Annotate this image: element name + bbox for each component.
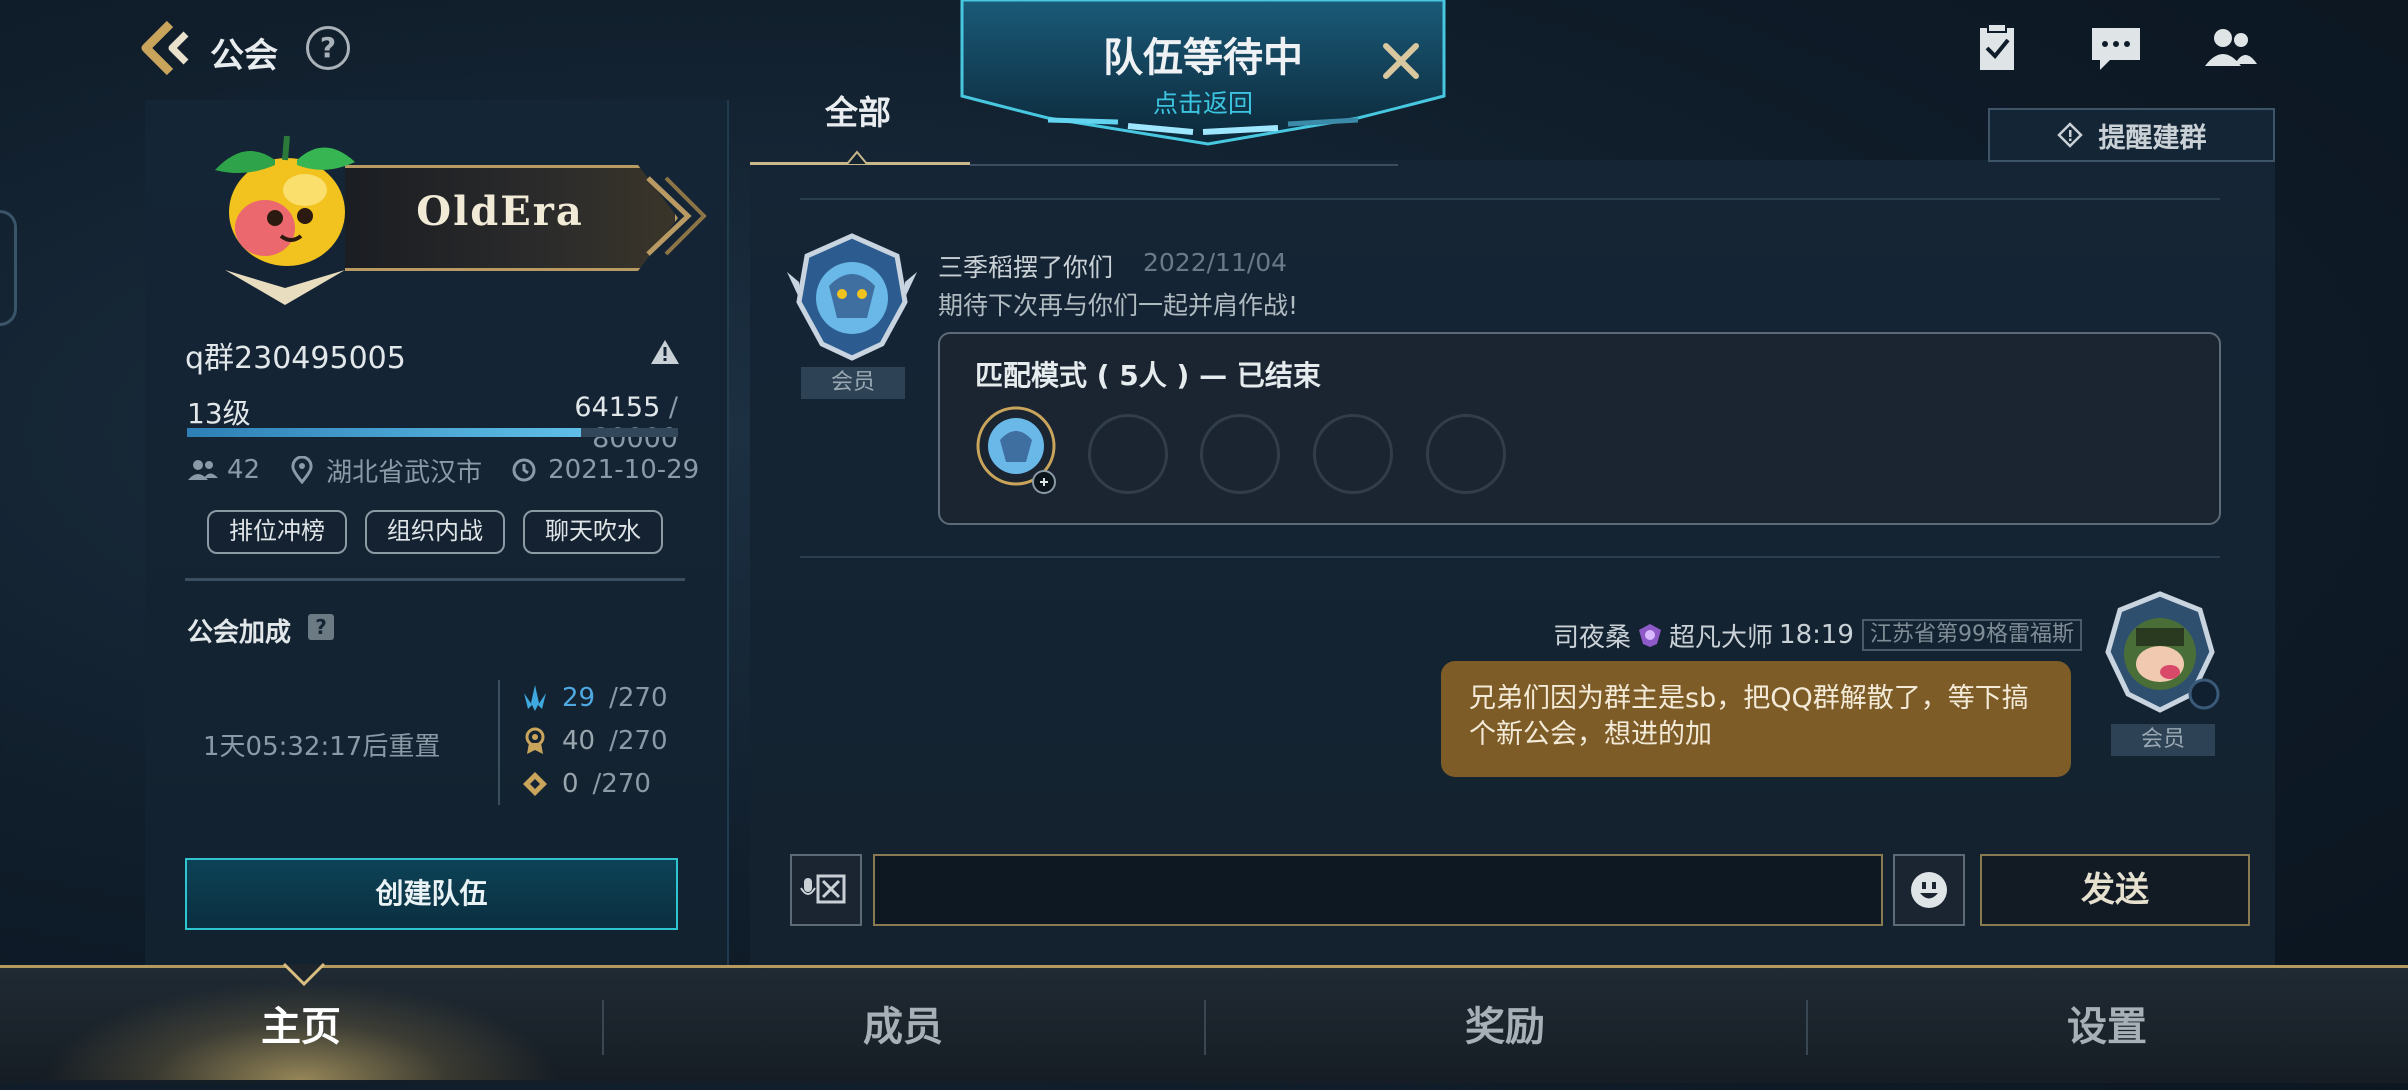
guild-name: OldEra [416, 188, 584, 235]
help-icon[interactable]: ? [306, 26, 350, 70]
divider [498, 680, 500, 805]
nav-members[interactable]: 成员 [602, 965, 1204, 1080]
tab-bar-line [970, 164, 1398, 166]
bonus-help-icon[interactable]: ? [308, 614, 334, 640]
exp-progress-bar [187, 428, 678, 437]
bonus-reset-timer: 1天05:32:17后重置 [203, 732, 441, 762]
guild-founded-date: 2021-10-29 [548, 455, 700, 485]
diamond-icon [520, 769, 550, 799]
bonus-title: 公会加成 [187, 618, 292, 648]
nav-settings[interactable]: 设置 [1806, 965, 2408, 1080]
team-slot-filled [976, 404, 1058, 496]
warn-icon[interactable] [650, 338, 680, 366]
user-location-tag: 江苏省第99格雷福斯 [1861, 619, 2082, 651]
match-card-title: 匹配模式 ( 5人 ) — 已结束 [975, 359, 1321, 392]
exp-progress-fill [187, 428, 581, 437]
guild-tag[interactable]: 排位冲榜 [207, 510, 347, 554]
back-icon[interactable] [140, 20, 192, 76]
guild-emblem-icon [205, 120, 365, 320]
guild-tag[interactable]: 聊天吹水 [523, 510, 663, 554]
member-count: 42 [227, 455, 261, 485]
guild-level: 13级 [187, 397, 251, 430]
chat-input[interactable] [873, 854, 1883, 926]
message-meta: 司夜桑 超凡大师 18:19 江苏省第99格雷福斯 [1553, 617, 2082, 654]
bonus-max: /270 [609, 726, 668, 756]
bonus-max: /270 [592, 769, 651, 799]
banner-chevron-icon [640, 172, 710, 260]
member-badge: 会员 [801, 367, 905, 399]
divider [800, 556, 2220, 558]
location-icon [286, 456, 318, 484]
tab-all[interactable]: 全部 [825, 86, 891, 134]
diamond-outline-icon [2056, 122, 2083, 148]
crystal-icon [520, 683, 550, 713]
bonus-value: 29 [562, 683, 596, 713]
member-badge: 会员 [2111, 724, 2215, 756]
avatar[interactable] [2096, 590, 2224, 722]
bonus-value: 40 [562, 726, 596, 756]
remind-label: 提醒建群 [2098, 122, 2207, 154]
close-icon[interactable] [1378, 38, 1424, 84]
message-date: 2022/11/04 [1143, 248, 1288, 277]
exp-current: 64155 [574, 392, 661, 423]
rank-icon [1635, 620, 1665, 650]
voice-toggle-button[interactable] [790, 854, 862, 926]
bonus-value: 0 [562, 769, 579, 799]
guild-qq-group: q群230495005 [185, 341, 406, 376]
message-text: 期待下次再与你们一起并肩作战! [938, 291, 1299, 320]
side-decoration [0, 210, 17, 326]
message-username[interactable]: 司夜桑 [1553, 617, 1631, 654]
bonus-row: 40 /270 [520, 721, 667, 761]
popup-title: 队伍等待中 [1103, 35, 1303, 81]
team-slot-empty [1200, 414, 1280, 494]
emoji-icon[interactable] [1893, 854, 1965, 926]
avatar[interactable] [787, 232, 917, 370]
friends-icon[interactable] [2203, 22, 2259, 74]
remind-create-group-button[interactable]: 提醒建群 [1988, 108, 2275, 162]
page-title: 公会 [210, 36, 278, 76]
message-bubble[interactable]: 兄弟们因为群主是sb，把QQ群解散了，等下搞个新公会，想进的加 [1441, 661, 2071, 777]
tasks-icon[interactable] [1970, 22, 2026, 74]
send-button[interactable]: 发送 [1980, 854, 2250, 926]
medal-icon [520, 726, 550, 756]
guild-info-row: 42 湖北省武汉市 2021-10-29 [187, 452, 699, 488]
message-username[interactable]: 三季稻摆了你们 [938, 248, 1113, 284]
create-team-button[interactable]: 创建队伍 [185, 858, 678, 930]
nav-active-caret-icon [282, 962, 326, 986]
popup-return-link[interactable]: 点击返回 [958, 84, 1448, 120]
divider [800, 198, 2220, 200]
user-rank: 超凡大师 [1669, 622, 1774, 653]
divider [185, 578, 685, 581]
team-slot-empty [1088, 414, 1168, 494]
guild-tags: 排位冲榜 组织内战 聊天吹水 [207, 510, 663, 554]
guild-location: 湖北省武汉市 [326, 457, 483, 488]
nav-rewards[interactable]: 奖励 [1204, 965, 1806, 1080]
tab-caret-icon [847, 150, 867, 164]
message-time: 18:19 [1779, 620, 1854, 650]
guild-exp: 64155 / 80000 [500, 392, 678, 454]
members-icon [187, 456, 219, 484]
bonus-row: 0 /270 [520, 764, 651, 804]
bonus-max: /270 [609, 683, 668, 713]
bonus-row: 29 /270 [520, 678, 667, 718]
team-slot-empty [1313, 414, 1393, 494]
clock-icon [508, 456, 540, 484]
guild-tag[interactable]: 组织内战 [365, 510, 505, 554]
team-slot-empty [1426, 414, 1506, 494]
chat-icon[interactable] [2088, 22, 2144, 74]
